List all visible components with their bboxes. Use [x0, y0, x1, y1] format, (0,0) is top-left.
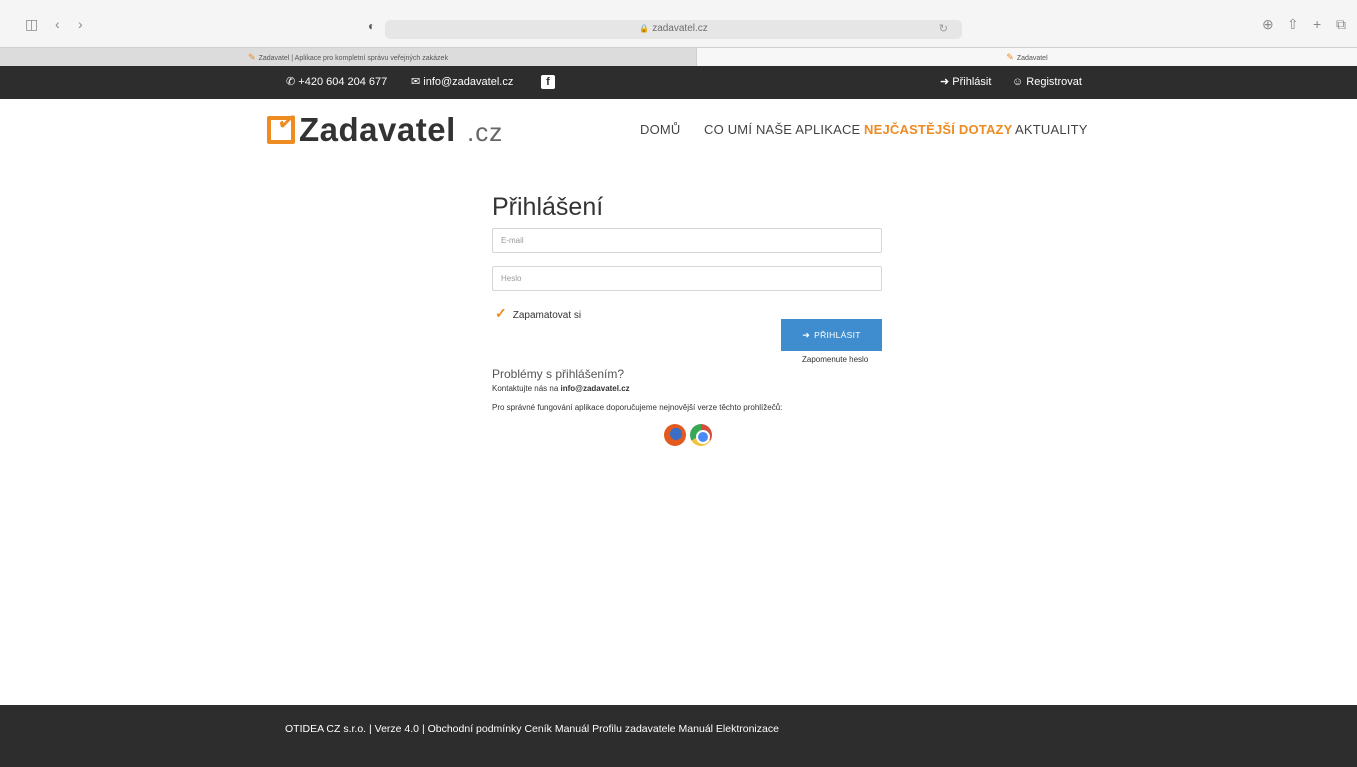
nav-faq[interactable]: NEJČASTĚJŠÍ DOTAZY — [864, 122, 1013, 137]
sign-in-icon: ➜ — [802, 329, 811, 340]
check-icon: ✓ — [495, 305, 507, 321]
download-icon[interactable]: ⊕ — [1262, 16, 1274, 32]
browser-toolbar: ◫ ‹ › ◐ 🔒 zadavatel.cz ↻ ⊕ ⇧ + ⧉ — [0, 0, 1357, 47]
mail-icon: ✉ — [411, 76, 421, 88]
new-tab-icon[interactable]: + — [1313, 16, 1321, 32]
site-topbar: ✆ +420 604 204 677 ✉ info@zadavatel.cz f… — [0, 66, 1357, 99]
sign-in-icon: ➜ — [940, 76, 950, 88]
share-icon[interactable]: ⇧ — [1287, 16, 1299, 32]
back-icon[interactable]: ‹ — [55, 16, 60, 32]
remember-label: Zapamatovat si — [512, 310, 582, 321]
forward-icon[interactable]: › — [78, 16, 83, 32]
logo-text: Zadavatel — [299, 111, 456, 148]
problems-heading: Problémy s přihlášením? — [492, 367, 625, 381]
contact-email-link[interactable]: info@zadavatel.cz — [561, 384, 630, 393]
tab-bar: ✎ Zadavatel | Aplikace pro kompletní sprá… — [0, 47, 1357, 66]
reload-icon[interactable]: ↻ — [939, 22, 948, 35]
logo-tld: .cz — [467, 117, 504, 147]
register-link[interactable]: ☺ Registrovat — [1012, 76, 1082, 89]
site-footer: OTIDEA CZ s.r.o. | Verze 4.0 | Obchodní … — [0, 705, 1357, 767]
contact-text: Kontaktujte nás na info@zadavatel.cz — [492, 384, 630, 393]
email-link[interactable]: ✉ info@zadavatel.cz — [411, 76, 513, 89]
password-field[interactable] — [492, 266, 882, 291]
chrome-icon[interactable] — [690, 424, 712, 446]
tab-label: Zadavatel — [1016, 55, 1048, 62]
remember-checkbox[interactable]: ✓ Zapamatovat si — [495, 305, 581, 322]
login-button-label: PŘIHLÁSIT — [814, 329, 861, 340]
browsers-note: Pro správné fungování aplikace doporučuj… — [492, 403, 783, 412]
tab-zadavatel[interactable]: ✎ Zadavatel — [697, 48, 1357, 66]
url-text: zadavatel.cz — [652, 23, 708, 34]
nav-news[interactable]: AKTUALITY — [1015, 122, 1088, 137]
tab-label: Zadavatel | Aplikace pro kompletní správ… — [258, 55, 448, 62]
edit-icon: ✎ — [248, 52, 256, 62]
phone-icon: ✆ — [286, 76, 296, 88]
edit-icon: ✎ — [1006, 52, 1014, 62]
page-title: Přihlášení — [492, 193, 604, 221]
forgot-password-link[interactable]: Zapomenute heslo — [802, 355, 868, 364]
shield-icon[interactable]: ◐ — [368, 19, 375, 33]
pencil-icon: ✓ — [274, 107, 300, 138]
facebook-icon[interactable]: f — [541, 75, 555, 89]
firefox-icon[interactable] — [664, 424, 686, 446]
address-bar[interactable]: 🔒 zadavatel.cz ↻ — [385, 20, 962, 39]
login-link[interactable]: ➜ Přihlásit — [940, 76, 991, 89]
tab-zadavatel-app[interactable]: ✎ Zadavatel | Aplikace pro kompletní sprá… — [0, 48, 697, 66]
nav-features[interactable]: CO UMÍ NAŠE APLIKACE — [704, 122, 860, 137]
sidebar-icon[interactable]: ◫ — [25, 16, 38, 32]
phone-link[interactable]: ✆ +420 604 204 677 — [286, 76, 387, 89]
footer-links[interactable]: OTIDEA CZ s.r.o. | Verze 4.0 | Obchodní … — [285, 723, 779, 735]
nav-home[interactable]: DOMŮ — [640, 122, 681, 137]
login-button[interactable]: ➜ PŘIHLÁSIT — [781, 319, 882, 351]
email-field[interactable] — [492, 228, 882, 253]
lock-icon: 🔒 — [639, 24, 650, 33]
tab-overview-icon[interactable]: ⧉ — [1336, 16, 1346, 32]
user-icon: ☺ — [1012, 76, 1024, 88]
